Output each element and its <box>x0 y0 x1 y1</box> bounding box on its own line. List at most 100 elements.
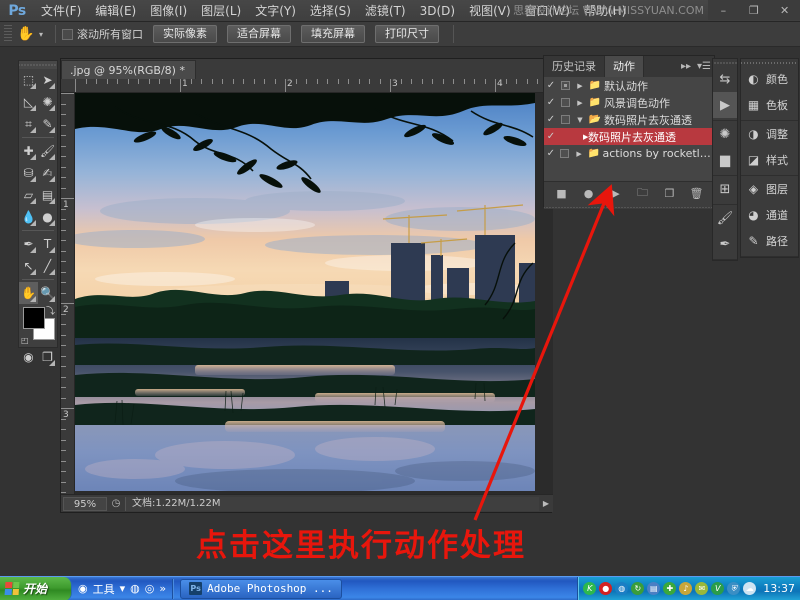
action-enabled-checkmark-icon[interactable]: ✓ <box>544 148 558 159</box>
scroll-all-windows-checkbox[interactable]: 滚动所有窗口 <box>62 26 143 42</box>
canvas-area[interactable] <box>75 93 553 496</box>
action-dialog-toggle-icon[interactable] <box>558 98 573 107</box>
histogram-icon[interactable]: ▆ <box>713 147 737 173</box>
menu-item-1[interactable]: 编辑(E) <box>88 0 143 22</box>
delete-button[interactable]: 🗑 <box>690 187 704 201</box>
foreground-color-swatch[interactable] <box>23 307 45 329</box>
eraser-tool[interactable]: ▱ <box>19 184 38 206</box>
healing-brush-tool[interactable]: ✚ <box>19 140 38 162</box>
media-icon[interactable]: ◍ <box>130 582 140 595</box>
hand-tool-icon[interactable]: ✋ <box>15 26 37 42</box>
options-button-0[interactable]: 实际像素 <box>153 25 217 43</box>
collapse-panel-icon[interactable]: ▸▸ <box>681 56 691 77</box>
brush-tool[interactable]: 🖌 <box>38 140 57 162</box>
minimize-button[interactable]: – <box>709 4 737 17</box>
stop-button[interactable]: ■ <box>555 187 569 201</box>
photoshop-task[interactable]: PsAdobe Photoshop ... <box>180 579 342 599</box>
menu-item-5[interactable]: 选择(S) <box>303 0 358 22</box>
action-dialog-toggle-icon[interactable] <box>558 115 573 124</box>
history-brush-tool[interactable]: ✍ <box>38 162 57 184</box>
options-button-3[interactable]: 打印尺寸 <box>375 25 439 43</box>
clone-stamp-tool[interactable]: ⛁ <box>19 162 38 184</box>
action-expand-triangle-icon[interactable]: ▶ <box>573 133 587 141</box>
actions-panel-tab-1[interactable]: 动作 <box>605 56 644 77</box>
action-expand-triangle-icon[interactable]: ▶ <box>572 150 586 158</box>
default-colors-icon[interactable]: ◰ <box>21 336 29 345</box>
menu-item-8[interactable]: 视图(V) <box>462 0 518 22</box>
tray-media-icon[interactable]: ◍ <box>615 582 628 595</box>
quick-mask-icon[interactable]: ◉ <box>19 346 38 368</box>
tray-sound-icon[interactable]: ♪ <box>679 582 692 595</box>
swatches-panel[interactable]: ▦色板 <box>741 92 798 118</box>
tools-label[interactable]: 工具 <box>93 581 115 597</box>
layers-panel[interactable]: ◈图层 <box>741 176 798 202</box>
action-row[interactable]: ✓▶📁默认动作 <box>544 77 714 94</box>
action-dialog-toggle-icon[interactable] <box>558 132 573 141</box>
action-row[interactable]: ✓▼📂数码照片去灰通透 <box>544 111 714 128</box>
tray-plus-icon[interactable]: ✚ <box>663 582 676 595</box>
toolbox-grip[interactable] <box>19 61 57 69</box>
tray-guard-icon[interactable]: ⛨ <box>727 582 740 595</box>
action-row[interactable]: ✓▶数码照片去灰通透 <box>544 128 714 145</box>
eyedropper-tool[interactable]: ✎ <box>38 113 57 135</box>
lasso-tool[interactable]: ◺ <box>19 91 38 113</box>
options-button-1[interactable]: 适合屏幕 <box>227 25 291 43</box>
panel-menu-icon[interactable]: ▾☰ <box>697 56 711 77</box>
menu-item-4[interactable]: 文字(Y) <box>248 0 303 22</box>
path-selection-tool[interactable]: ↖ <box>19 255 38 277</box>
swap-colors-icon[interactable]: ⤵ <box>46 304 55 317</box>
action-dialog-toggle-icon[interactable] <box>558 81 573 90</box>
info-icon[interactable]: ⊞ <box>713 176 737 202</box>
dock-grip-a[interactable] <box>713 59 737 66</box>
action-expand-triangle-icon[interactable]: ▶ <box>573 99 587 107</box>
tray-cloud-icon[interactable]: ☁ <box>743 582 756 595</box>
close-button[interactable]: ✕ <box>771 4 799 17</box>
crop-tool[interactable]: ⌗ <box>19 113 38 135</box>
start-button[interactable]: 开始 <box>0 577 72 600</box>
action-row[interactable]: ✓▶📁风景调色动作 <box>544 94 714 111</box>
action-row[interactable]: ✓▶📁actions by rocketla... <box>544 145 714 162</box>
new-set-button[interactable]: 🗀 <box>636 187 650 201</box>
zoom-level-field[interactable]: 95% <box>63 497 107 511</box>
tool-preset-caret-icon[interactable]: ▾ <box>39 30 43 39</box>
pen-tool[interactable]: ✒ <box>19 233 38 255</box>
type-tool[interactable]: T <box>38 233 57 255</box>
options-bar-grip[interactable] <box>4 25 12 43</box>
tray-update-icon[interactable]: ↻ <box>631 582 644 595</box>
gradient-tool[interactable]: ▤ <box>38 184 57 206</box>
quick-selection-tool[interactable]: ✺ <box>38 91 57 113</box>
history-icon[interactable]: ⇆ <box>713 66 737 92</box>
marquee-tool[interactable]: ⬚ <box>19 69 38 91</box>
menu-item-6[interactable]: 滤镜(T) <box>358 0 413 22</box>
brush-panel-icon[interactable]: 🖌 <box>713 205 737 231</box>
move-tool[interactable]: ➤ <box>38 69 57 91</box>
status-menu-arrow-icon[interactable]: ▶ <box>539 499 553 508</box>
actions-panel-resize-grip[interactable] <box>544 205 714 209</box>
action-enabled-checkmark-icon[interactable]: ✓ <box>544 114 558 125</box>
options-button-2[interactable]: 填充屏幕 <box>301 25 365 43</box>
actions-list[interactable]: ✓▶📁默认动作✓▶📁风景调色动作✓▼📂数码照片去灰通透✓▶数码照片去灰通透✓▶📁… <box>544 77 714 181</box>
tray-kaspersky-icon[interactable]: K <box>583 582 596 595</box>
zoom-tool[interactable]: 🔍 <box>38 282 57 304</box>
new-action-button[interactable]: ❐ <box>663 187 677 201</box>
dodge-tool[interactable]: ● <box>38 206 57 228</box>
action-expand-triangle-icon[interactable]: ▼ <box>573 116 587 124</box>
actions-panel-tab-0[interactable]: 历史记录 <box>544 56 605 77</box>
tools-caret[interactable]: ▾ <box>120 582 126 595</box>
screen-mode-icon[interactable]: ❐ <box>38 346 57 368</box>
menu-item-3[interactable]: 图层(L) <box>194 0 248 22</box>
action-expand-triangle-icon[interactable]: ▶ <box>573 82 587 90</box>
tray-network-icon[interactable]: ▤ <box>647 582 660 595</box>
play-button[interactable]: ▶ <box>609 187 623 201</box>
refresh-icon[interactable]: ◎ <box>145 582 155 595</box>
action-enabled-checkmark-icon[interactable]: ✓ <box>544 97 558 108</box>
menu-item-2[interactable]: 图像(I) <box>143 0 194 22</box>
action-dialog-toggle-icon[interactable] <box>558 149 573 158</box>
channels-panel[interactable]: ◕通道 <box>741 202 798 228</box>
brush-presets-icon[interactable]: ✒ <box>713 231 737 257</box>
shape-tool[interactable]: ╱ <box>38 255 57 277</box>
dock-grip-b[interactable] <box>741 59 798 66</box>
kuler-icon[interactable]: ✺ <box>713 121 737 147</box>
tray-mail-icon[interactable]: ✉ <box>695 582 708 595</box>
overflow-chevron[interactable]: » <box>159 582 166 595</box>
